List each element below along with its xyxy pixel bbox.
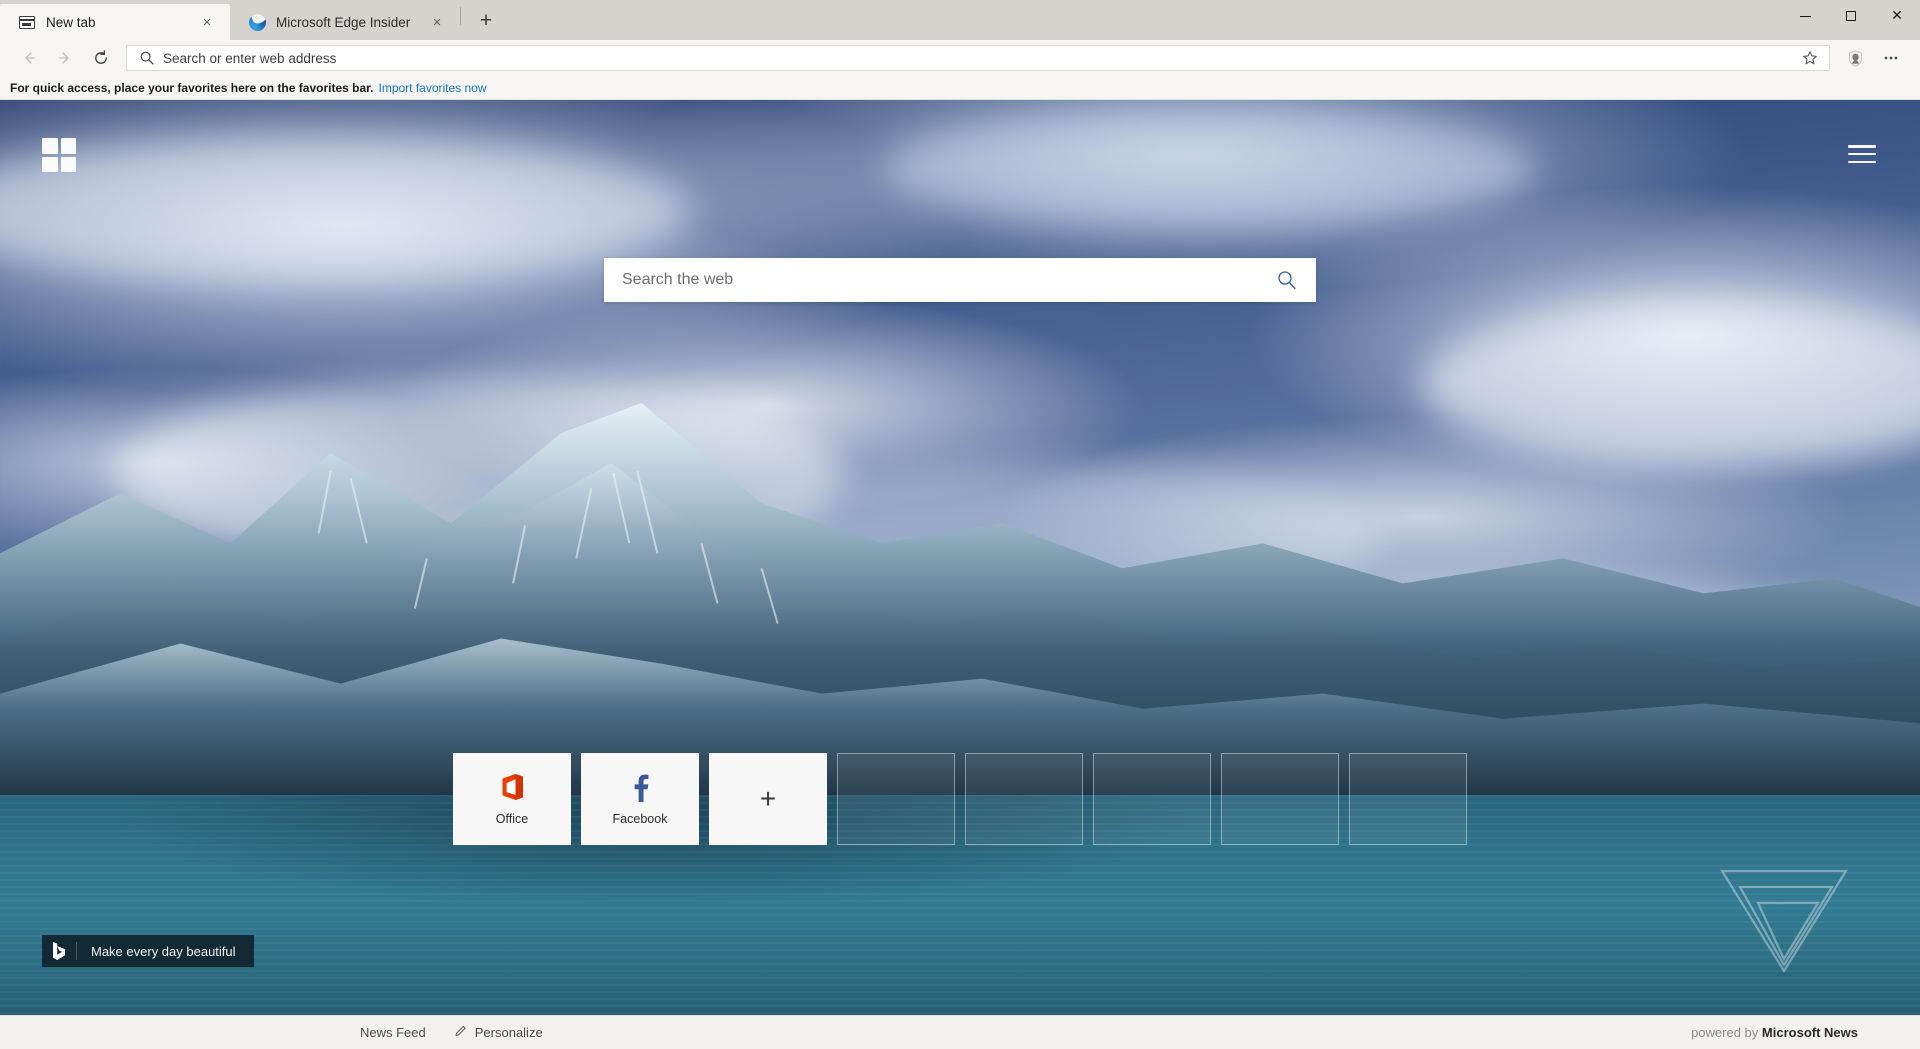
close-window-button[interactable]: ✕ <box>1874 0 1920 32</box>
forward-arrow-icon[interactable] <box>48 43 82 73</box>
tile-empty-placeholder[interactable] <box>1221 753 1339 845</box>
tile-label: Office <box>495 812 529 826</box>
facebook-icon <box>627 772 653 802</box>
address-input-container[interactable]: Search or enter web address <box>126 45 1830 71</box>
top-sites-tiles: Office Facebook + <box>453 753 1467 845</box>
tile-office[interactable]: Office <box>453 753 571 845</box>
tab-separator <box>460 6 461 25</box>
bing-badge-text: Make every day beautiful <box>91 943 236 959</box>
star-icon[interactable] <box>1799 50 1821 66</box>
more-ellipsis-icon[interactable] <box>1874 43 1908 73</box>
tab-new-tab[interactable]: New tab × <box>0 4 230 40</box>
tile-label: Facebook <box>612 812 668 826</box>
back-arrow-icon[interactable] <box>12 43 46 73</box>
tab-bar: New tab × Microsoft Edge Insider × + ✕ <box>0 0 1920 40</box>
minimize-button[interactable] <box>1782 0 1828 32</box>
import-favorites-link[interactable]: Import favorites now <box>378 81 486 95</box>
bing-logo-icon <box>42 935 76 967</box>
powered-by-brand: Microsoft News <box>1761 1025 1858 1040</box>
tile-empty-placeholder[interactable] <box>1349 753 1467 845</box>
tile-empty-placeholder[interactable] <box>965 753 1083 845</box>
refresh-icon[interactable] <box>84 43 118 73</box>
search-input[interactable]: Search the web <box>622 271 1274 289</box>
tab-microsoft-edge-insider[interactable]: Microsoft Edge Insider × <box>230 4 460 40</box>
personalize-label: Personalize <box>474 1025 543 1040</box>
window-controls: ✕ <box>1782 0 1920 40</box>
tab-title: New tab <box>46 14 96 30</box>
browser-window: New tab × Microsoft Edge Insider × + ✕ S… <box>0 0 1920 1049</box>
tile-empty-placeholder[interactable] <box>1093 753 1211 845</box>
edge-logo-icon <box>248 13 266 31</box>
background-photo <box>0 100 1920 1015</box>
bottom-bar-left-group: News Feed Personalize <box>360 1024 543 1041</box>
address-bar: Search or enter web address <box>0 40 1920 76</box>
tile-empty-placeholder[interactable] <box>837 753 955 845</box>
new-tab-button[interactable]: + <box>469 4 503 38</box>
newtab-bottom-bar: News Feed Personalize powered by Microso… <box>0 1015 1920 1049</box>
tile-facebook[interactable]: Facebook <box>581 753 699 845</box>
search-icon <box>137 50 157 66</box>
tile-add-site[interactable]: + <box>709 753 827 845</box>
office-icon <box>498 772 526 802</box>
favorites-bar: For quick access, place your favorites h… <box>0 76 1920 100</box>
personalize-button[interactable]: Personalize <box>454 1024 543 1041</box>
favorites-hint-text: For quick access, place your favorites h… <box>10 80 374 95</box>
tab-strip: New tab × Microsoft Edge Insider × + <box>0 0 503 40</box>
hamburger-menu-icon[interactable] <box>1848 142 1876 166</box>
magnifier-icon[interactable] <box>1274 269 1300 291</box>
newtab-icon <box>18 13 36 31</box>
tab-title: Microsoft Edge Insider <box>276 14 411 30</box>
address-input[interactable]: Search or enter web address <box>157 51 1799 66</box>
maximize-button[interactable] <box>1828 0 1874 32</box>
news-feed-label: News Feed <box>360 1025 426 1040</box>
search-input-container[interactable]: Search the web <box>604 258 1316 302</box>
pencil-icon <box>454 1024 468 1041</box>
shield-icon[interactable] <box>1838 43 1872 73</box>
app-grid-icon[interactable] <box>42 138 76 172</box>
powered-by-prefix: powered by <box>1691 1025 1759 1040</box>
the-verge-logo-icon <box>1720 869 1848 974</box>
bing-wallpaper-badge[interactable]: Make every day beautiful <box>42 935 254 967</box>
close-icon[interactable]: × <box>424 9 450 35</box>
plus-icon: + <box>759 783 777 814</box>
close-icon[interactable]: × <box>194 9 220 35</box>
news-feed-button[interactable]: News Feed <box>360 1025 426 1040</box>
new-tab-page: Search the web Office Facebook + Make ev… <box>0 100 1920 1015</box>
mountain-range <box>0 402 1920 814</box>
powered-by-label: powered by Microsoft News <box>1691 1025 1858 1040</box>
